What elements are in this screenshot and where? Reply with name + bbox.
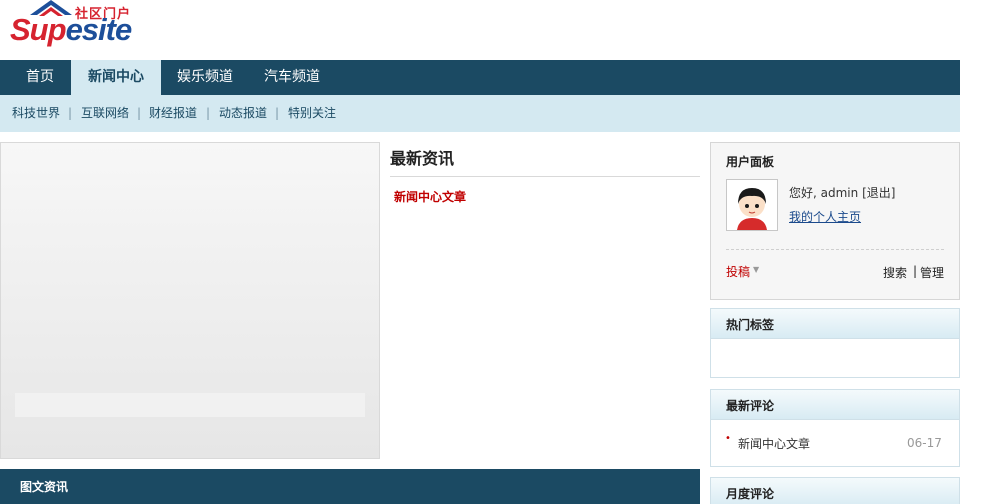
image-news-title: 图文资讯 bbox=[20, 480, 69, 494]
subnav-item-dynamic[interactable]: 动态报道 bbox=[219, 95, 267, 132]
site-logo[interactable]: 社区门户 Supesite bbox=[8, 0, 138, 56]
logo-word-blue: esite bbox=[65, 12, 133, 47]
subnav-item-tech[interactable]: 科技世界 bbox=[12, 95, 60, 132]
comment-item-date: 06-17 bbox=[907, 436, 942, 450]
slideshow-caption-bar bbox=[15, 393, 365, 417]
monthly-comments-header: 月度评论 bbox=[711, 478, 959, 504]
manage-link[interactable]: 管理 bbox=[920, 264, 944, 281]
latest-news-title: 最新资讯 bbox=[390, 142, 700, 177]
latest-comments-header: 最新评论 bbox=[711, 390, 959, 420]
triangle-down-icon[interactable]: ▼ bbox=[753, 265, 759, 274]
nav-item-entertainment[interactable]: 娱乐频道 bbox=[161, 60, 249, 95]
monthly-comments-box: 月度评论 bbox=[710, 477, 960, 504]
subnav-item-special[interactable]: 特别关注 bbox=[288, 95, 336, 132]
hot-tags-header: 热门标签 bbox=[711, 309, 959, 339]
image-news-header: 图文资讯 bbox=[0, 469, 700, 504]
subnav-separator: | bbox=[275, 106, 280, 120]
nav-item-news[interactable]: 新闻中心 bbox=[71, 60, 161, 95]
latest-comments-title: 最新评论 bbox=[726, 399, 775, 413]
subnav-item-finance[interactable]: 财经报道 bbox=[149, 95, 197, 132]
submit-article-link[interactable]: 投稿 bbox=[726, 263, 750, 280]
hot-tags-box: 热门标签 bbox=[710, 308, 960, 378]
latest-news-link[interactable]: 新闻中心文章 bbox=[394, 188, 466, 205]
user-avatar-icon[interactable] bbox=[726, 179, 778, 231]
comment-item-link[interactable]: 新闻中心文章 bbox=[738, 435, 810, 452]
logo-wordmark: Supesite bbox=[10, 12, 133, 48]
subnav-item-internet[interactable]: 互联网络 bbox=[81, 95, 129, 132]
dot-icon: • bbox=[725, 433, 731, 444]
search-link[interactable]: 搜索 bbox=[883, 264, 907, 281]
panel-divider bbox=[726, 249, 944, 250]
image-slideshow[interactable] bbox=[0, 142, 380, 459]
user-greeting: 您好, admin [退出] bbox=[789, 184, 895, 201]
logout-link[interactable]: [退出] bbox=[862, 186, 895, 200]
greeting-text: 您好, admin bbox=[789, 186, 859, 200]
user-panel: 用户面板 您好, admin [退出] 我的个人主页 投稿 ▼ 搜索 | 管理 bbox=[710, 142, 960, 300]
sub-nav: 科技世界 | 互联网络 | 财经报道 | 动态报道 | 特别关注 bbox=[0, 95, 960, 132]
nav-item-auto[interactable]: 汽车频道 bbox=[249, 60, 335, 95]
link-separator: | bbox=[913, 264, 918, 278]
subnav-separator: | bbox=[206, 106, 211, 120]
main-nav: 首页 新闻中心 娱乐频道 汽车频道 bbox=[0, 60, 960, 95]
monthly-comments-title: 月度评论 bbox=[726, 487, 775, 501]
user-panel-title: 用户面板 bbox=[726, 155, 775, 169]
my-homepage-link[interactable]: 我的个人主页 bbox=[789, 208, 861, 225]
latest-comments-box: 最新评论 • 新闻中心文章 06-17 bbox=[710, 389, 960, 467]
logo-word-red: Sup bbox=[10, 12, 67, 47]
subnav-separator: | bbox=[68, 106, 73, 120]
nav-item-home[interactable]: 首页 bbox=[10, 60, 70, 95]
subnav-separator: | bbox=[137, 106, 142, 120]
hot-tags-title: 热门标签 bbox=[726, 318, 775, 332]
